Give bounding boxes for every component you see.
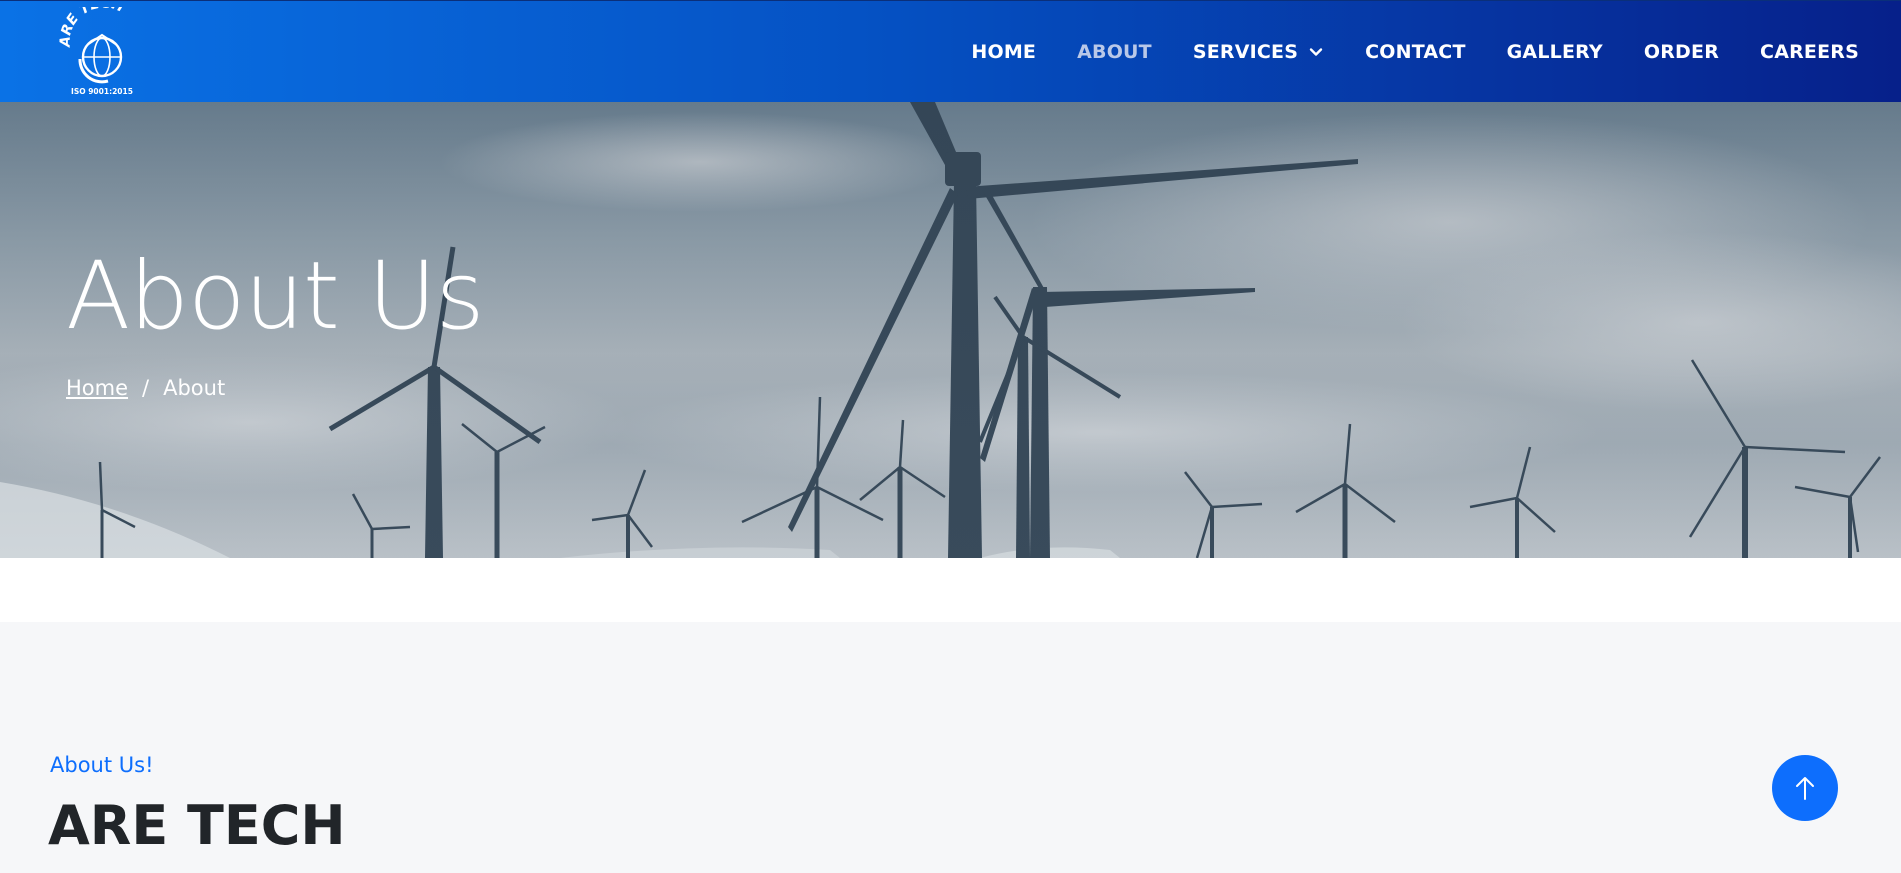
arrow-up-icon bbox=[1796, 777, 1814, 800]
nav-order-label: ORDER bbox=[1643, 41, 1720, 63]
nav-careers[interactable]: CAREERS bbox=[1760, 41, 1859, 63]
nav-careers-label: CAREERS bbox=[1760, 41, 1859, 63]
nav-about-label: ABOUT bbox=[1077, 41, 1152, 63]
nav-services-label: SERVICES bbox=[1192, 41, 1299, 63]
section-spacer bbox=[0, 558, 1901, 622]
nav-gallery[interactable]: GALLERY bbox=[1507, 41, 1603, 63]
about-section: About Us! ARE TECH bbox=[0, 622, 1901, 873]
nav-services[interactable]: SERVICES bbox=[1193, 41, 1324, 63]
back-to-top-button[interactable] bbox=[1772, 755, 1838, 821]
nav-contact[interactable]: CONTACT bbox=[1365, 41, 1466, 63]
about-heading: ARE TECH bbox=[48, 794, 346, 857]
nav-about[interactable]: ABOUT bbox=[1077, 41, 1152, 63]
main-nav: HOME ABOUT SERVICES CONTACT GALLERY ORDE… bbox=[930, 1, 1859, 103]
chevron-down-icon bbox=[1309, 48, 1323, 56]
breadcrumb-current: About bbox=[163, 376, 226, 400]
hero-banner: About Us Home / About bbox=[0, 102, 1901, 558]
nav-gallery-label: GALLERY bbox=[1506, 41, 1603, 63]
breadcrumb-separator: / bbox=[142, 376, 150, 400]
nav-order[interactable]: ORDER bbox=[1644, 41, 1719, 63]
brand-logo[interactable]: ARE TECH ISO 9001:2015 bbox=[58, 0, 148, 97]
breadcrumb-home-link[interactable]: Home bbox=[66, 376, 128, 400]
globe-logo-icon: ARE TECH ISO 9001:2015 bbox=[58, 0, 133, 96]
nav-contact-label: CONTACT bbox=[1365, 41, 1466, 63]
about-subtitle: About Us! bbox=[50, 753, 154, 777]
brand-certification: ISO 9001:2015 bbox=[71, 87, 133, 96]
navbar: ARE TECH ISO 9001:2015 HOME ABOUT SERVIC… bbox=[0, 0, 1901, 102]
page-title: About Us bbox=[66, 242, 485, 351]
breadcrumb: Home / About bbox=[66, 376, 225, 400]
nav-home-label: HOME bbox=[971, 41, 1037, 63]
nav-home[interactable]: HOME bbox=[971, 41, 1036, 63]
